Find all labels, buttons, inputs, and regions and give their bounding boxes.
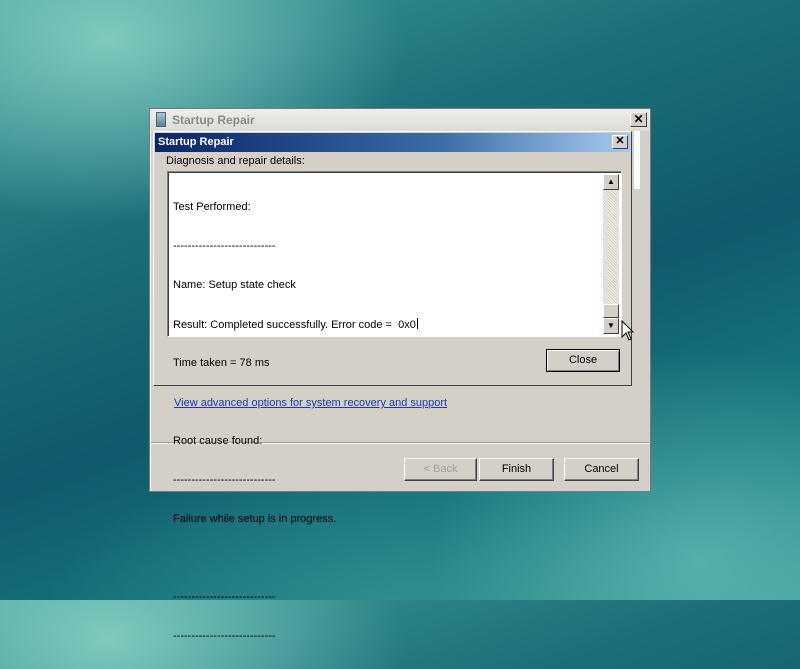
close-button[interactable]: Close	[546, 349, 620, 372]
arrow-cursor-icon	[621, 320, 635, 341]
details-line-text: Result: Completed successfully. Error co…	[173, 319, 416, 331]
startup-repair-icon	[156, 112, 166, 127]
window-edge-highlight	[634, 131, 640, 189]
details-line: Test Performed:	[173, 201, 251, 213]
details-line: Name: Setup state check	[173, 279, 296, 291]
details-line: ----------------------------	[173, 630, 276, 642]
text-caret	[416, 318, 418, 329]
details-line: ----------------------------	[173, 240, 276, 252]
scroll-up-icon[interactable]: ▲	[603, 174, 619, 190]
details-line: Result: Completed successfully. Error co…	[173, 318, 593, 331]
dialog-title: Startup Repair	[158, 136, 234, 148]
details-line: ----------------------------	[173, 591, 276, 603]
scroll-down-icon[interactable]: ▼	[603, 318, 619, 334]
details-line: Failure while setup is in progress.	[173, 513, 337, 525]
details-text: Test Performed: ------------------------…	[173, 175, 593, 669]
repair-details-dialog: Startup Repair ✕ Diagnosis and repair de…	[153, 131, 632, 642]
window-close-button[interactable]: ✕	[630, 112, 647, 127]
dialog-close-icon-button[interactable]: ✕	[612, 135, 628, 149]
details-label: Diagnosis and repair details:	[166, 155, 305, 167]
dialog-titlebar[interactable]: Startup Repair ✕	[155, 133, 630, 152]
details-line	[173, 552, 593, 565]
details-line	[173, 396, 593, 409]
window-titlebar[interactable]: Startup Repair ✕	[150, 109, 650, 131]
details-textbox[interactable]: Test Performed: ------------------------…	[167, 171, 622, 642]
details-line: Time taken = 78 ms	[173, 357, 270, 369]
details-line: Root cause found:	[173, 435, 263, 447]
scroll-thumb[interactable]	[603, 304, 619, 318]
window-title: Startup Repair	[172, 113, 255, 127]
details-line: ----------------------------	[173, 474, 276, 486]
details-scrollbar[interactable]: ▲ ▼	[603, 174, 619, 334]
